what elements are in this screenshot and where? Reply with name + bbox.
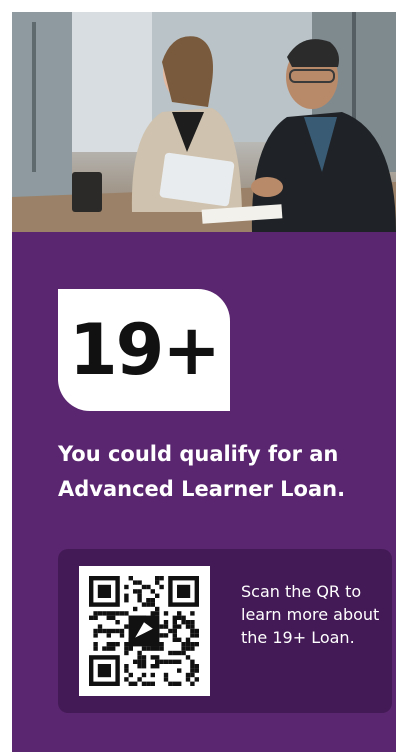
age-badge-text: 19+: [68, 309, 221, 391]
promo-card: 19+ You could qualify for an Advanced Le…: [12, 12, 396, 752]
qr-description: Scan the QR to learn more about the 19+ …: [241, 582, 380, 647]
headline: You could qualify for an Advanced Learne…: [58, 442, 346, 501]
age-badge: 19+: [58, 289, 230, 411]
business-meeting-photo: [12, 12, 396, 232]
hero-photo: [12, 12, 396, 232]
qr-panel: Scan the QR to learn more about the 19+ …: [58, 549, 392, 713]
qr-code-icon[interactable]: [79, 566, 210, 696]
